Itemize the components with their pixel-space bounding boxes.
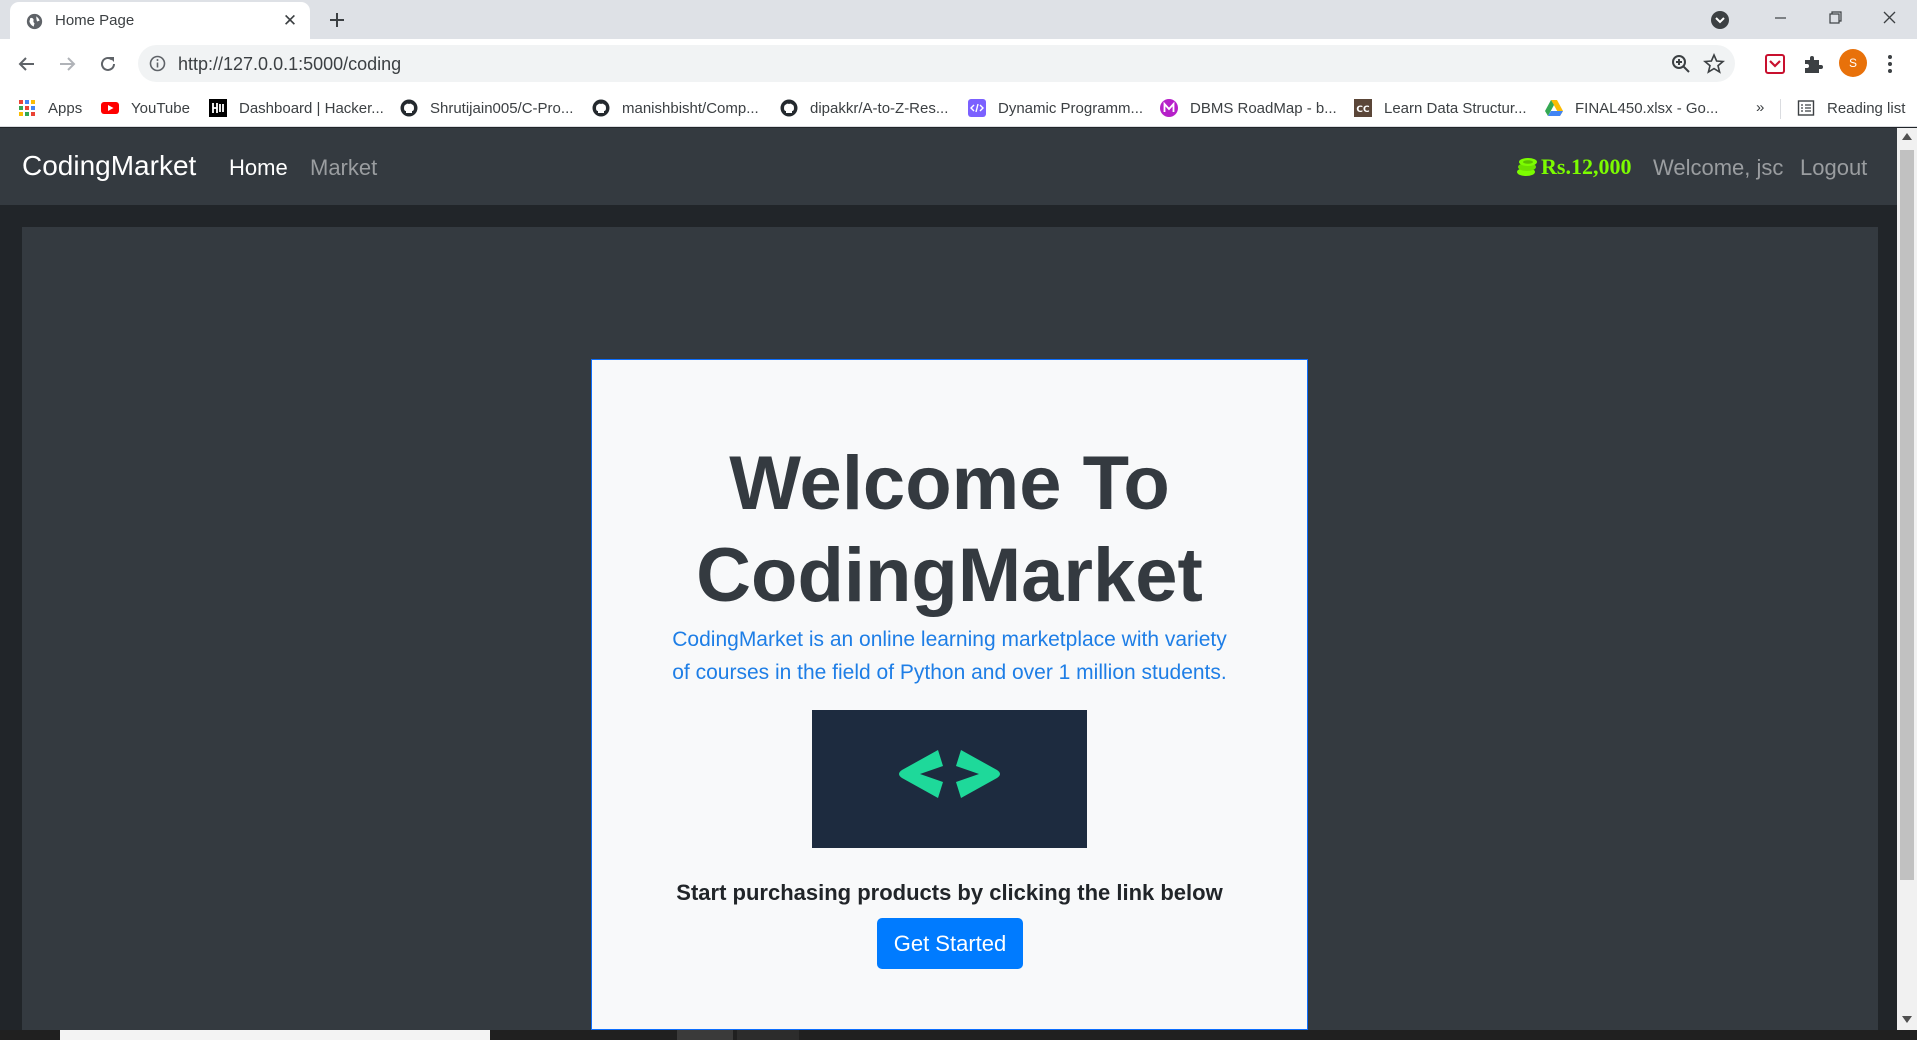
hero-title: Welcome To CodingMarket — [592, 438, 1307, 622]
code-brackets-icon — [899, 750, 1000, 798]
new-tab-icon[interactable] — [325, 8, 349, 32]
github-icon — [780, 99, 798, 117]
svg-text:CC: CC — [1356, 105, 1370, 115]
site-info-icon[interactable] — [149, 55, 166, 72]
scroll-thumb[interactable] — [1900, 150, 1914, 880]
taskbar-app-button[interactable] — [737, 1030, 799, 1040]
extensions-puzzle-icon[interactable] — [1801, 52, 1825, 76]
bookmark-label: Dynamic Programm... — [998, 99, 1144, 117]
youtube-icon — [101, 102, 119, 114]
hero-title-line-1: Welcome To — [729, 441, 1170, 526]
bookmark-label: YouTube — [131, 99, 190, 117]
os-taskbar — [0, 1030, 1917, 1040]
bookmark-github-shrutijain[interactable]: Shrutijain005/C-Pro... — [400, 97, 573, 119]
hero-lead-line-2: of courses in the field of Python and ov… — [672, 661, 1227, 684]
browser-tab-home-page[interactable]: Home Page ✕ — [10, 2, 310, 39]
tab-search-icon[interactable] — [1710, 10, 1730, 30]
tab-title: Home Page — [55, 12, 135, 29]
bookmark-label: FINAL450.xlsx - Go... — [1575, 99, 1719, 117]
bookmark-hackerrank[interactable]: Dashboard | Hacker... — [209, 97, 384, 119]
close-tab-icon[interactable]: ✕ — [280, 11, 300, 31]
reading-list-icon — [1797, 100, 1815, 116]
apps-grid-icon — [19, 100, 35, 116]
bookmark-dynamic-programming[interactable]: Dynamic Programm... — [968, 97, 1143, 119]
taskbar-app-button[interactable] — [677, 1030, 733, 1040]
github-icon — [592, 99, 610, 117]
welcome-card: Welcome To CodingMarket CodingMarket is … — [591, 359, 1308, 1030]
pocket-extension-icon[interactable] — [1763, 52, 1787, 76]
welcome-user: Welcome, jsc — [1653, 155, 1784, 180]
nav-link-home[interactable]: Home — [229, 155, 288, 181]
chrome-menu-icon[interactable] — [1880, 52, 1900, 76]
profile-avatar[interactable]: S — [1839, 49, 1867, 77]
m-bookmark-icon — [1160, 99, 1178, 117]
google-drive-icon — [1545, 100, 1563, 116]
user-budget: Rs.12,000 — [1515, 154, 1631, 180]
bookmark-github-manishbisht[interactable]: manishbisht/Comp... — [592, 97, 759, 119]
bookmark-learn-data-structures[interactable]: CC Learn Data Structur... — [1354, 97, 1527, 119]
hackerrank-icon — [209, 99, 227, 117]
bookmark-youtube[interactable]: YouTube — [101, 97, 190, 119]
back-arrow-icon[interactable] — [16, 53, 38, 75]
nav-link-market[interactable]: Market — [310, 155, 377, 181]
reading-list-button[interactable]: Reading list — [1797, 97, 1905, 119]
github-icon — [400, 99, 418, 117]
minimize-window-icon[interactable] — [1753, 0, 1808, 36]
bookmarks-bar: Apps YouTube Dashboard | Hacker... Shrut… — [0, 89, 1917, 127]
bookmark-star-icon[interactable] — [1703, 53, 1725, 75]
bookmark-label: Dashboard | Hacker... — [239, 99, 384, 117]
close-window-icon[interactable] — [1862, 0, 1917, 36]
bookmarks-divider — [1780, 99, 1781, 119]
coins-icon — [1517, 158, 1537, 176]
budget-amount: Rs.12,000 — [1541, 154, 1632, 179]
reload-icon[interactable] — [97, 53, 119, 75]
code-bookmark-icon — [968, 99, 986, 117]
browser-tab-strip: Home Page ✕ — [0, 0, 1917, 39]
bookmark-label: Apps — [48, 99, 83, 117]
restore-window-icon[interactable] — [1808, 0, 1863, 36]
url-text[interactable]: http://127.0.0.1:5000/coding — [178, 54, 401, 75]
reading-list-label: Reading list — [1827, 99, 1906, 117]
bookmark-label: Shrutijain005/C-Pro... — [430, 99, 574, 117]
bookmark-label: manishbisht/Comp... — [622, 99, 759, 117]
bookmark-label: dipakkr/A-to-Z-Res... — [810, 99, 949, 117]
hero-title-line-2: CodingMarket — [696, 533, 1203, 618]
bookmark-label: DBMS RoadMap - b... — [1190, 99, 1337, 117]
address-bar[interactable]: http://127.0.0.1:5000/coding — [138, 45, 1735, 82]
cta-text: Start purchasing products by clicking th… — [676, 880, 1223, 905]
globe-icon — [26, 13, 43, 30]
bookmark-final450[interactable]: FINAL450.xlsx - Go... — [1545, 97, 1718, 119]
hero-lead: CodingMarket is an online learning marke… — [652, 623, 1247, 689]
page-scrollbar[interactable] — [1897, 128, 1917, 1030]
brand-link[interactable]: CodingMarket — [22, 150, 196, 182]
nav-link-logout[interactable]: Logout — [1800, 155, 1867, 181]
cc-bookmark-icon: CC — [1354, 99, 1372, 117]
more-bookmarks-chevron[interactable]: » — [1756, 99, 1764, 116]
bookmark-dbms-roadmap[interactable]: DBMS RoadMap - b... — [1160, 97, 1337, 119]
taskbar-search-box[interactable] — [60, 1030, 490, 1040]
scroll-up-arrow-icon[interactable] — [1902, 132, 1912, 140]
site-navbar: CodingMarket Home Market Rs.12,000 Welco… — [0, 128, 1917, 205]
browser-toolbar: http://127.0.0.1:5000/coding S — [0, 39, 1917, 89]
forward-arrow-icon[interactable] — [56, 53, 78, 75]
coding-logo-image — [812, 710, 1087, 848]
bookmark-label: Learn Data Structur... — [1384, 99, 1527, 117]
get-started-button[interactable]: Get Started — [877, 918, 1023, 969]
zoom-icon[interactable] — [1670, 53, 1692, 75]
bookmark-apps[interactable]: Apps — [18, 97, 82, 119]
hero-lead-line-1: CodingMarket is an online learning marke… — [672, 628, 1227, 651]
bookmark-github-dipakkr[interactable]: dipakkr/A-to-Z-Res... — [780, 97, 948, 119]
scroll-down-arrow-icon[interactable] — [1902, 1016, 1912, 1024]
